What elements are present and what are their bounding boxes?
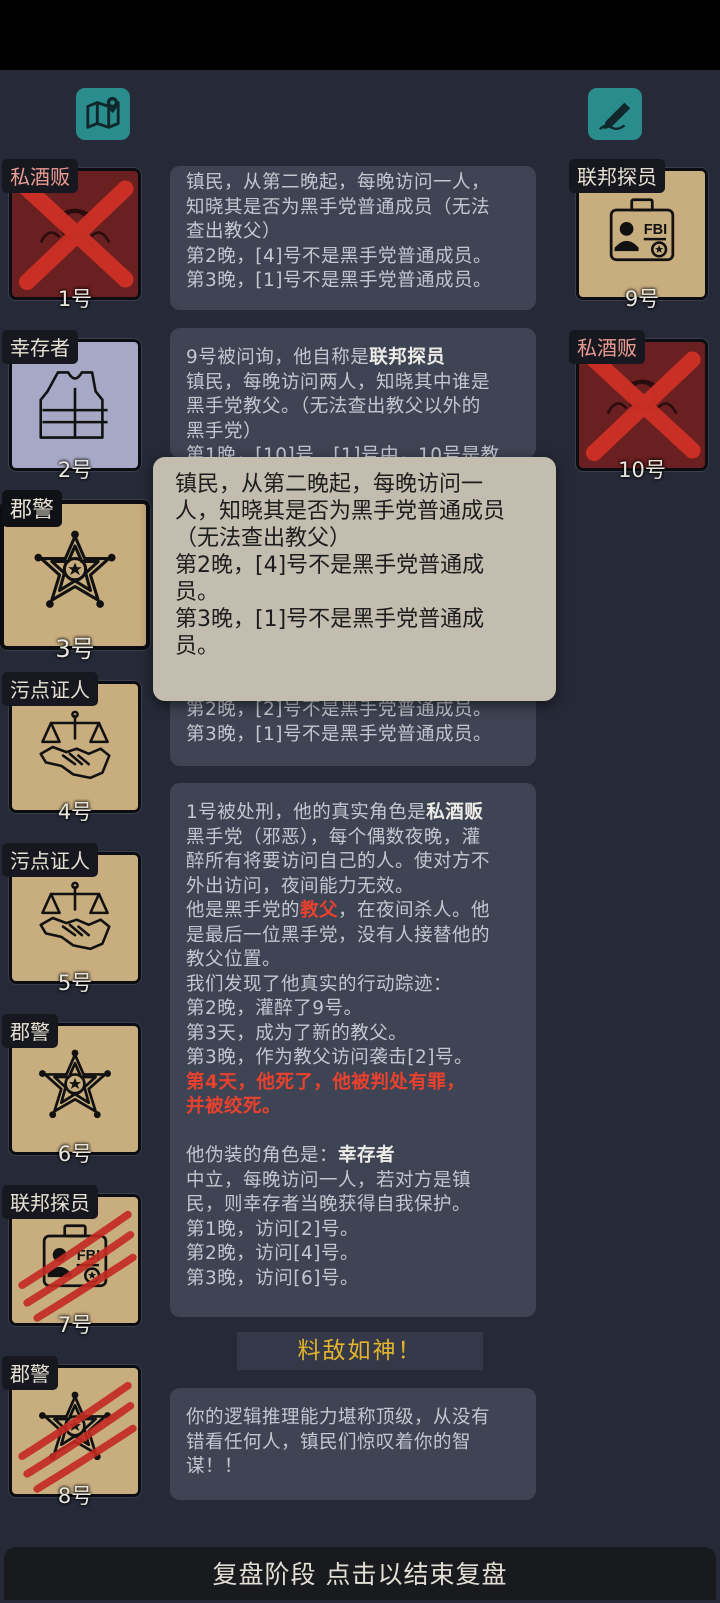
log-line: 醉所有将要访问自己的人。使对方不 xyxy=(186,851,491,872)
player-number: 8号 xyxy=(57,1484,93,1508)
log-line: 你的逻辑推理能力堪称顶级，从没有 xyxy=(186,1407,491,1428)
death-line: 并被绞死。 xyxy=(186,1096,282,1117)
log-line: 中立，每晚访问一人，若对方是镇 xyxy=(186,1169,472,1191)
log-line: 第1晚，[10]号、[1]号中，10号是教 xyxy=(186,445,500,458)
player-card-3[interactable]: 郡警 3号 xyxy=(0,490,150,663)
role-tag: 污点证人 xyxy=(2,843,98,877)
popup-line: （无法查出教父） xyxy=(175,526,352,551)
log-line: 黑手党） xyxy=(186,420,263,442)
player-card-6[interactable]: 郡警 6号 xyxy=(2,1014,141,1166)
status-bar xyxy=(0,0,720,70)
log-line: 镇民，从第二晚起，每晚访问一人， xyxy=(186,172,491,193)
role-tag: 污点证人 xyxy=(2,672,98,706)
true-role: 私酒贩 xyxy=(426,802,484,823)
log-line: 他是黑手党的教父，在夜间杀人。他 xyxy=(186,899,520,924)
role-tag: 联邦探员 xyxy=(2,1185,98,1219)
log-text: 他伪装的角色是： xyxy=(186,1145,339,1166)
log-line: 1号被处刑，他的真实角色是私酒贩 xyxy=(186,801,520,826)
log-text: 他是黑手党的 xyxy=(186,900,301,921)
role-tag: 郡警 xyxy=(2,1014,58,1048)
player-card-8[interactable]: 郡警 8号 xyxy=(2,1356,141,1508)
log-bubble-2: 9号被问询，他自称是联邦探员 镇民，每晚访问两人，知晓其中谁是 黑手党教父。（无… xyxy=(170,328,536,458)
log-line: 知晓其是否为黑手党普通成员（无法 xyxy=(186,196,491,218)
godfather-word: 教父 xyxy=(300,900,339,921)
popup-line: 镇民，从第二晚起，每晚访问一 xyxy=(175,472,484,497)
result-banner: 料敌如神！ xyxy=(237,1332,483,1370)
log-text: ，在夜间杀人。他 xyxy=(338,900,491,921)
map-button[interactable] xyxy=(76,88,130,140)
role-tag: 郡警 xyxy=(2,1356,58,1390)
log-line: 第2晚，灌醉了9号。 xyxy=(186,998,363,1019)
map-pin-icon xyxy=(86,96,120,129)
player-card-7[interactable]: 联邦探员 7号 xyxy=(2,1185,141,1337)
popup-line: 员。 xyxy=(175,580,220,605)
log-text: 9号被问询，他自称是 xyxy=(186,347,370,368)
log-line: 第2晚，访问[4]号。 xyxy=(186,1243,359,1264)
role-tag: 私酒贩 xyxy=(2,159,78,193)
role-tag: 幸存者 xyxy=(2,330,78,364)
player-card-1[interactable]: 私酒贩 1号 xyxy=(2,159,141,311)
player-card-2[interactable]: 幸存者 2号 xyxy=(2,330,141,482)
log-bubble-3: 第2晚，[2]号不是黑手党普通成员。 第3晚，[1]号不是黑手党普通成员。 xyxy=(170,690,536,766)
log-bubble-1: 镇民，从第二晚起，每晚访问一人， 知晓其是否为黑手党普通成员（无法 查出教父） … xyxy=(170,166,536,310)
player-card-5[interactable]: 污点证人 5号 xyxy=(2,843,141,995)
log-line: 谋！！ xyxy=(186,1456,244,1477)
popup-line: 第2晚，[4]号不是黑手党普通成 xyxy=(175,553,485,578)
log-line: 民，则幸存者当晚获得自我保护。 xyxy=(186,1194,472,1215)
role-tag: 郡警 xyxy=(2,490,63,527)
popup-line: 第3晚，[1]号不是黑手党普通成 xyxy=(175,607,485,632)
player-number: 7号 xyxy=(57,1313,93,1337)
fake-role: 幸存者 xyxy=(338,1145,396,1166)
death-line: 第4天，他死了，他被判处有罪， xyxy=(186,1071,466,1093)
claw-mark xyxy=(22,1215,133,1318)
log-line: 我们发现了他真实的行动踪迹： xyxy=(186,973,453,995)
log-text: 1号被处刑，他的真实角色是 xyxy=(186,802,427,823)
claimed-role: 联邦探员 xyxy=(369,347,446,368)
player-number: 1号 xyxy=(57,287,93,311)
player-card-10[interactable]: 私酒贩 10号 xyxy=(569,330,708,482)
popup-line: 人，知晓其是否为黑手党普通成员 xyxy=(175,499,506,524)
end-review-button[interactable]: 复盘阶段 点击以结束复盘 xyxy=(4,1547,716,1600)
pen-edit-icon xyxy=(598,102,631,131)
popup-line: 员。 xyxy=(175,634,220,659)
log-line: 是最后一位黑手党，没有人接替他的 xyxy=(186,924,491,946)
log-bubble-5: 你的逻辑推理能力堪称顶级，从没有 错看任何人，镇民们惊叹着你的智 谋！！ xyxy=(170,1388,536,1500)
player-number: 10号 xyxy=(618,458,666,482)
player-number: 5号 xyxy=(57,971,93,995)
log-line: 查出教父） xyxy=(186,221,282,242)
log-line: 黑手党教父。（无法查出教父以外的 xyxy=(186,396,481,417)
player-number: 6号 xyxy=(57,1142,93,1166)
player-card-9[interactable]: 联邦探员 9号 xyxy=(569,159,708,311)
log-bubble-4: 1号被处刑，他的真实角色是私酒贩 黑手党（邪恶），每个偶数夜晚，灌 醉所有将要访… xyxy=(170,783,536,1317)
log-line: 第2晚，[2]号不是黑手党普通成员。 xyxy=(186,699,492,720)
notes-button[interactable] xyxy=(588,88,642,140)
player-card-4[interactable]: 污点证人 4号 xyxy=(2,672,141,824)
player-number: 2号 xyxy=(57,458,93,482)
log-line: 第3晚，[1]号不是黑手党普通成员。 xyxy=(186,270,492,291)
log-line: 黑手党（邪恶），每个偶数夜晚，灌 xyxy=(186,826,481,848)
player-number: 3号 xyxy=(55,635,95,663)
executed-x-mark xyxy=(25,186,126,282)
executed-x-mark xyxy=(592,357,693,453)
log-line: 教父位置。 xyxy=(186,949,282,970)
log-line: 第3天，成为了新的教父。 xyxy=(186,1022,408,1044)
log-line: 外出访问，夜间能力无效。 xyxy=(186,875,415,897)
log-line: 第1晚，访问[2]号。 xyxy=(186,1218,359,1240)
log-line: 第3晚，作为教父访问袭击[2]号。 xyxy=(186,1047,473,1068)
role-detail-popup[interactable]: 镇民，从第二晚起，每晚访问一 人，知晓其是否为黑手党普通成员 （无法查出教父） … xyxy=(153,457,556,701)
player-number: 4号 xyxy=(57,800,93,824)
log-line: 镇民，每晚访问两人，知晓其中谁是 xyxy=(186,371,491,393)
role-tag: 联邦探员 xyxy=(569,159,665,193)
log-line: 他伪装的角色是：幸存者 xyxy=(186,1144,520,1169)
log-line: 第3晚，访问[6]号。 xyxy=(186,1267,359,1289)
log-line: 第2晚，[4]号不是黑手党普通成员。 xyxy=(186,245,492,267)
log-line: 错看任何人，镇民们惊叹着你的智 xyxy=(186,1431,472,1453)
log-line: 第3晚，[1]号不是黑手党普通成员。 xyxy=(186,723,492,745)
player-number: 9号 xyxy=(624,287,660,311)
log-line: 9号被问询，他自称是联邦探员 xyxy=(186,346,520,371)
role-tag: 私酒贩 xyxy=(569,330,645,364)
